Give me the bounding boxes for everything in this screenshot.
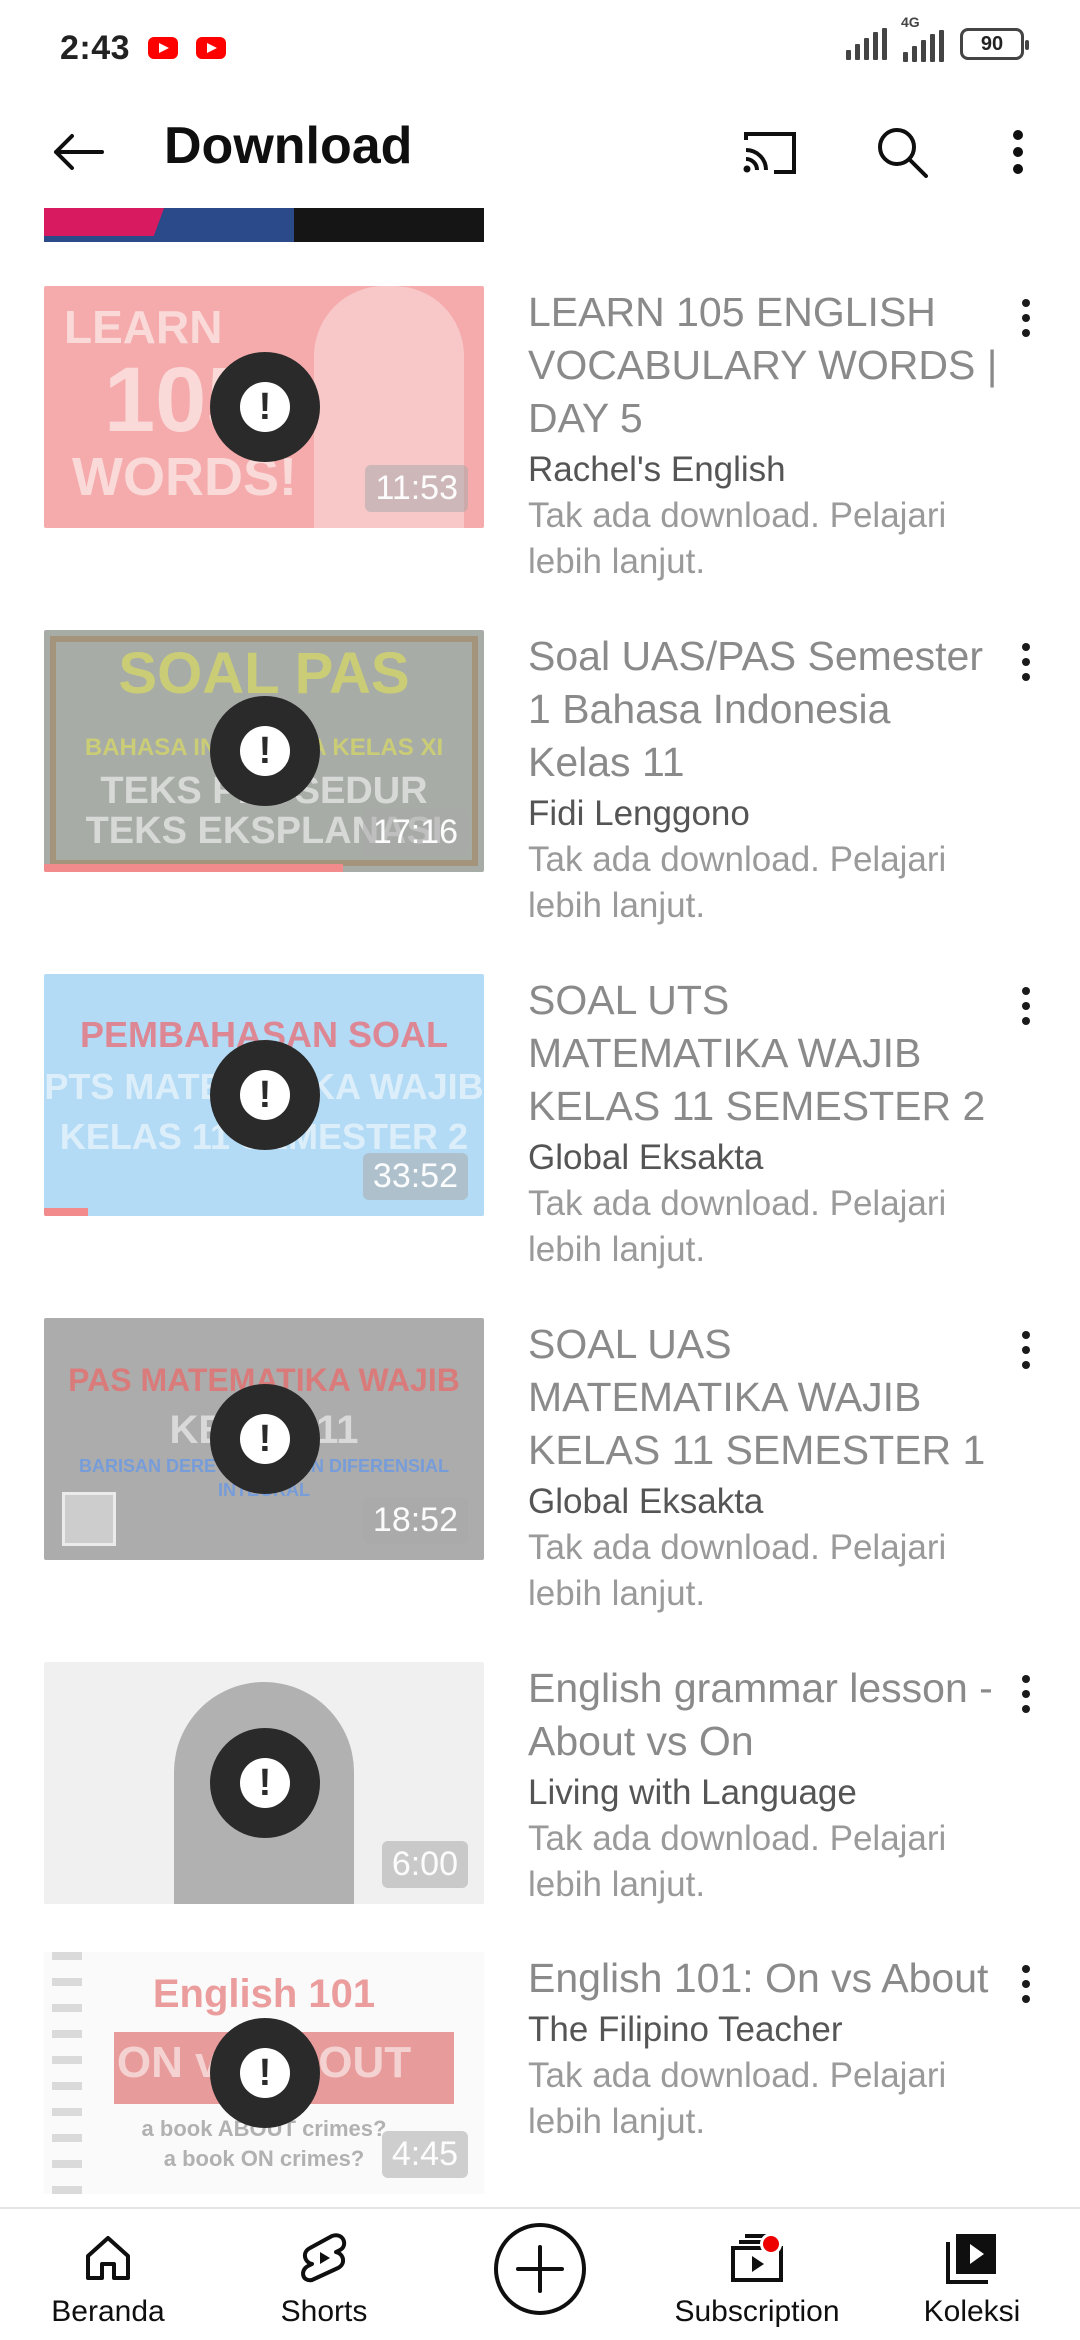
download-list[interactable]: LEARN 105 WORDS! ! 11:53 LEARN 105 ENGLI… xyxy=(0,208,1080,2208)
video-title[interactable]: LEARN 105 ENGLISH VOCABULARY WORDS | DAY… xyxy=(528,286,998,445)
thumbnail-text: English 101 xyxy=(152,1972,376,2016)
battery-level: 90 xyxy=(980,32,1004,55)
partial-thumbnail[interactable] xyxy=(44,208,484,242)
video-meta: English 101: On vs About The Filipino Te… xyxy=(528,1952,998,2145)
nav-label: Koleksi xyxy=(923,2295,1021,2328)
video-meta: Soal UAS/PAS Semester 1 Bahasa Indonesia… xyxy=(528,630,998,929)
video-meta: SOAL UAS MATEMATIKA WAJIB KELAS 11 SEMES… xyxy=(528,1318,998,1617)
watch-progress-bar xyxy=(44,1208,88,1216)
download-error-icon: ! xyxy=(210,352,320,462)
bottom-navigation: Beranda Shorts Subscription Koleksi xyxy=(0,2207,1080,2340)
cast-icon xyxy=(743,132,796,174)
video-item[interactable]: PAS MATEMATIKA WAJIB KELAS 11 BARISAN DE… xyxy=(0,1318,1080,1618)
video-more-button[interactable] xyxy=(994,1952,1058,2016)
video-duration: 11:53 xyxy=(365,465,468,512)
create-button[interactable] xyxy=(494,2223,586,2315)
network-type: 4G xyxy=(901,14,920,30)
library-icon xyxy=(937,2223,1007,2293)
video-title[interactable]: English 101: On vs About xyxy=(528,1952,998,2005)
video-duration: 18:52 xyxy=(362,1497,468,1544)
download-status[interactable]: Tak ada download. Pelajari lebih lanjut. xyxy=(528,837,998,929)
video-channel: The Filipino Teacher xyxy=(528,2010,843,2049)
create-plus-icon xyxy=(516,2245,564,2293)
download-error-icon: ! xyxy=(210,696,320,806)
search-icon xyxy=(878,128,928,178)
video-channel: Global Eksakta xyxy=(528,1138,764,1177)
nav-item-koleksi[interactable]: Koleksi xyxy=(912,2209,1032,2340)
video-item[interactable]: ! 6:00 English grammar lesson - About vs… xyxy=(0,1662,1080,1962)
video-meta: English grammar lesson - About vs On Liv… xyxy=(528,1662,998,1908)
watch-progress-bar xyxy=(44,864,344,872)
video-duration: 6:00 xyxy=(381,1841,468,1888)
video-title[interactable]: English grammar lesson - About vs On xyxy=(528,1662,998,1768)
battery-icon: 90 xyxy=(960,28,1029,60)
download-error-icon: ! xyxy=(210,1728,320,1838)
more-options-button[interactable] xyxy=(984,118,1052,186)
video-more-button[interactable] xyxy=(994,286,1058,350)
download-status[interactable]: Tak ada download. Pelajari lebih lanjut. xyxy=(528,1525,998,1617)
video-channel: Living with Language xyxy=(528,1773,857,1812)
video-thumbnail[interactable]: LEARN 105 WORDS! ! 11:53 xyxy=(44,286,484,528)
video-meta: SOAL UTS MATEMATIKA WAJIB KELAS 11 SEMES… xyxy=(528,974,998,1273)
video-more-button[interactable] xyxy=(994,1318,1058,1382)
download-status[interactable]: Tak ada download. Pelajari lebih lanjut. xyxy=(528,493,998,585)
video-duration: 4:45 xyxy=(381,2131,468,2178)
download-error-icon: ! xyxy=(210,1384,320,1494)
subscriptions-icon xyxy=(722,2223,792,2293)
video-item[interactable]: LEARN 105 WORDS! ! 11:53 LEARN 105 ENGLI… xyxy=(0,286,1080,586)
video-thumbnail[interactable]: PAS MATEMATIKA WAJIB KELAS 11 BARISAN DE… xyxy=(44,1318,484,1560)
back-button[interactable] xyxy=(44,118,112,186)
video-channel: Global Eksakta xyxy=(528,1482,764,1521)
nav-label: Shorts xyxy=(280,2295,368,2328)
home-icon xyxy=(73,2223,143,2293)
video-thumbnail[interactable]: ! 6:00 xyxy=(44,1662,484,1904)
signal-4g-icon xyxy=(903,30,944,62)
nav-item-shorts[interactable]: Shorts xyxy=(264,2209,384,2340)
status-time: 2:43 xyxy=(60,28,131,67)
download-error-icon: ! xyxy=(210,2018,320,2128)
video-thumbnail[interactable]: SOAL PAS BAHASA INDONESIA KELAS XI TEKS … xyxy=(44,630,484,872)
video-thumbnail[interactable]: English 101 ON vs ABOUT a book ABOUT cri… xyxy=(44,1952,484,2194)
video-title[interactable]: Soal UAS/PAS Semester 1 Bahasa Indonesia… xyxy=(528,630,998,789)
download-status[interactable]: Tak ada download. Pelajari lebih lanjut. xyxy=(528,2053,998,2145)
video-duration: 33:52 xyxy=(362,1153,468,1200)
search-button[interactable] xyxy=(868,118,936,186)
video-item[interactable]: PEMBAHASAN SOAL PTS MATEMATIKA WAJIB KEL… xyxy=(0,974,1080,1274)
video-more-button[interactable] xyxy=(994,1662,1058,1726)
video-duration: 17:16 xyxy=(362,809,468,856)
video-title[interactable]: SOAL UAS MATEMATIKA WAJIB KELAS 11 SEMES… xyxy=(528,1318,998,1477)
download-status[interactable]: Tak ada download. Pelajari lebih lanjut. xyxy=(528,1181,998,1273)
nav-item-subscription[interactable]: Subscription xyxy=(672,2209,842,2340)
video-thumbnail[interactable]: PEMBAHASAN SOAL PTS MATEMATIKA WAJIB KEL… xyxy=(44,974,484,1216)
shorts-icon xyxy=(289,2223,359,2293)
youtube-notification-icon xyxy=(148,37,179,59)
video-channel: Rachel's English xyxy=(528,450,786,489)
notification-dot xyxy=(760,2233,782,2255)
nav-item-beranda[interactable]: Beranda xyxy=(46,2209,170,2340)
nav-label: Subscription xyxy=(674,2295,840,2328)
download-error-icon: ! xyxy=(210,1040,320,1150)
thumbnail-text: LEARN xyxy=(64,301,223,353)
video-item[interactable]: SOAL PAS BAHASA INDONESIA KELAS XI TEKS … xyxy=(0,630,1080,930)
cast-button[interactable] xyxy=(736,118,804,186)
network-signal: 4G xyxy=(901,14,944,62)
video-channel: Fidi Lenggono xyxy=(528,794,750,833)
video-item[interactable]: English 101 ON vs ABOUT a book ABOUT cri… xyxy=(0,1952,1080,2208)
status-indicators: 4G 90 xyxy=(846,14,1029,62)
more-vert-icon xyxy=(1013,130,1023,174)
video-more-button[interactable] xyxy=(994,630,1058,694)
video-meta: LEARN 105 ENGLISH VOCABULARY WORDS | DAY… xyxy=(528,286,998,585)
signal-icon xyxy=(846,28,887,60)
app-header: Download xyxy=(0,96,1080,208)
status-bar: 2:43 4G 90 xyxy=(0,0,1080,96)
nav-label: Beranda xyxy=(51,2295,165,2328)
back-arrow-icon xyxy=(54,134,104,170)
video-title[interactable]: SOAL UTS MATEMATIKA WAJIB KELAS 11 SEMES… xyxy=(528,974,998,1133)
youtube-notification-icon xyxy=(196,37,227,59)
page-title: Download xyxy=(164,117,413,175)
video-more-button[interactable] xyxy=(994,974,1058,1038)
download-status[interactable]: Tak ada download. Pelajari lebih lanjut. xyxy=(528,1816,998,1908)
